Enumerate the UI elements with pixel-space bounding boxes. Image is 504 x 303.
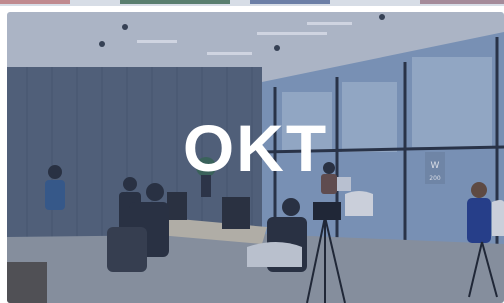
top-image-strip xyxy=(0,0,504,6)
okt-logo: OKT xyxy=(182,111,329,185)
hero-image: W 200 OKT xyxy=(7,12,504,303)
